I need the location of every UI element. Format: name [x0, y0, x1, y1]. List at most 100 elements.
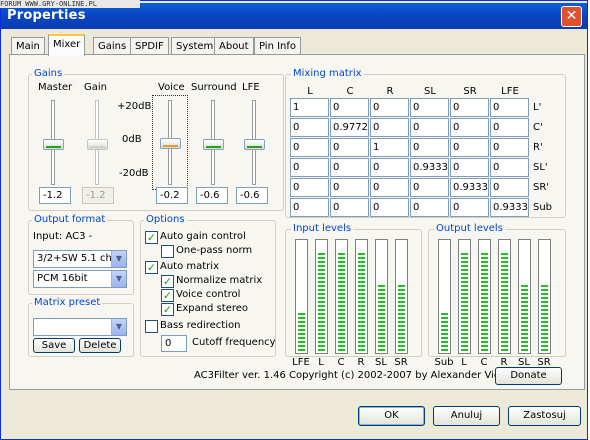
speakers-select[interactable]: 3/2+SW 5.1 ch ▼	[33, 250, 127, 268]
level-segment	[541, 345, 548, 347]
check-icon[interactable]: ✓	[161, 275, 174, 288]
level-segment	[378, 329, 385, 331]
level-segment	[541, 329, 548, 331]
tab-mixer[interactable]: Mixer	[48, 34, 86, 56]
gain-slider-thumb[interactable]	[87, 139, 108, 151]
matrix-cell[interactable]: 0	[290, 158, 329, 177]
chevron-down-icon[interactable]: ▼	[111, 251, 126, 267]
surround-slider-thumb[interactable]	[203, 138, 224, 150]
surround-slider[interactable]	[198, 99, 228, 187]
matrix-cell[interactable]: 0.9333	[410, 158, 449, 177]
level-segment	[318, 265, 325, 267]
tab-pin-info[interactable]: Pin Info	[254, 37, 302, 55]
matrix-cell[interactable]: 0	[370, 178, 409, 197]
level-segment	[481, 277, 488, 279]
matrix-cell[interactable]: 0	[330, 138, 369, 157]
voice-slider-thumb[interactable]	[160, 137, 181, 149]
matrix-cell[interactable]: 0	[450, 158, 489, 177]
tab-gains[interactable]: Gains	[93, 37, 132, 55]
donate-button[interactable]: Donate	[495, 367, 562, 385]
format-select[interactable]: PCM 16bit ▼	[33, 270, 127, 288]
tab-spdif[interactable]: SPDIF	[130, 37, 169, 55]
matrix-cell[interactable]: 0	[410, 198, 449, 217]
level-segment	[338, 321, 345, 323]
gain-slider[interactable]	[82, 99, 112, 187]
level-segment	[481, 273, 488, 275]
matrix-cell[interactable]: 0	[330, 178, 369, 197]
matrix-cell[interactable]: 0	[330, 158, 369, 177]
matrix-cell[interactable]: 0	[370, 158, 409, 177]
lfe-value[interactable]: -0.6	[236, 187, 268, 204]
surround-value[interactable]: -0.6	[196, 187, 228, 204]
chevron-down-icon[interactable]: ▼	[111, 319, 126, 335]
master-slider[interactable]	[38, 99, 68, 187]
apply-button[interactable]: Zastosuj	[508, 406, 581, 426]
level-segment	[318, 325, 325, 327]
check-icon[interactable]: ✓	[161, 289, 174, 302]
matrix-cell[interactable]: 0	[330, 98, 369, 117]
matrix-cell[interactable]: 1	[290, 98, 329, 117]
matrix-cell[interactable]: 0	[370, 98, 409, 117]
matrix-cell[interactable]: 0	[490, 138, 529, 157]
level-segment	[481, 285, 488, 287]
master-value[interactable]: -1.2	[39, 187, 71, 204]
level-segment	[481, 325, 488, 327]
matrix-cell[interactable]: 0	[370, 198, 409, 217]
matrix-cell[interactable]: 0	[370, 118, 409, 137]
tab-about[interactable]: About	[214, 37, 254, 55]
level-segment	[398, 337, 405, 339]
tab-system[interactable]: System	[171, 37, 219, 55]
check-icon[interactable]: ✓	[145, 231, 158, 244]
level-segment	[318, 285, 325, 287]
matrix-cell[interactable]: 0	[410, 98, 449, 117]
matrix-cell[interactable]: 0	[290, 138, 329, 157]
tab-main[interactable]: Main	[11, 37, 45, 55]
matrix-cell[interactable]: 0	[450, 98, 489, 117]
close-button[interactable]: ✕	[561, 6, 582, 27]
checkbox-box[interactable]	[145, 320, 158, 333]
matrix-cell[interactable]: 0.9333	[450, 178, 489, 197]
matrix-cell[interactable]: 0	[410, 118, 449, 137]
matrix-cell[interactable]: 0	[290, 178, 329, 197]
matrix-cell[interactable]: 0	[290, 198, 329, 217]
matrix-cell[interactable]: 0	[410, 138, 449, 157]
level-segment	[298, 349, 305, 351]
voice-label: Voice	[158, 82, 185, 93]
level-segment	[298, 313, 305, 315]
level-meter-bar	[498, 239, 511, 354]
master-slider-thumb[interactable]	[43, 139, 64, 151]
level-segment	[318, 281, 325, 283]
matrix-cell[interactable]: 0	[410, 178, 449, 197]
level-segment	[481, 281, 488, 283]
voice-value[interactable]: -0.2	[156, 187, 188, 204]
matrix-cell[interactable]: 0	[490, 118, 529, 137]
lfe-slider-thumb[interactable]	[244, 138, 265, 150]
level-segment	[358, 333, 365, 335]
chevron-down-icon[interactable]: ▼	[111, 271, 126, 287]
preset-save-button[interactable]: Save	[33, 338, 75, 353]
matrix-cell[interactable]: 0	[490, 178, 529, 197]
level-segment	[318, 309, 325, 311]
lfe-slider[interactable]	[239, 99, 269, 187]
matrix-cell[interactable]: 0	[450, 118, 489, 137]
matrix-preset-select[interactable]: ▼	[33, 318, 127, 336]
check-icon[interactable]: ✓	[161, 303, 174, 316]
voice-slider[interactable]	[152, 95, 188, 190]
matrix-cell[interactable]: 0	[290, 118, 329, 137]
level-segment	[298, 325, 305, 327]
level-segment	[541, 333, 548, 335]
cancel-button[interactable]: Anuluj	[433, 406, 500, 426]
matrix-cell[interactable]: 0	[450, 138, 489, 157]
ok-button[interactable]: OK	[358, 406, 425, 426]
matrix-cell[interactable]: 0	[450, 198, 489, 217]
matrix-cell[interactable]: 1	[370, 138, 409, 157]
matrix-cell[interactable]: 0.9772	[330, 118, 369, 137]
matrix-cell[interactable]: 0	[490, 98, 529, 117]
matrix-cell[interactable]: 0	[330, 198, 369, 217]
check-icon[interactable]: ✓	[145, 261, 158, 274]
preset-delete-button[interactable]: Delete	[79, 338, 121, 353]
matrix-cell[interactable]: 0.9333	[490, 198, 529, 217]
matrix-cell[interactable]: 0	[490, 158, 529, 177]
checkbox-box[interactable]	[161, 245, 174, 258]
cutoff-frequency-input[interactable]: 0	[161, 335, 187, 352]
